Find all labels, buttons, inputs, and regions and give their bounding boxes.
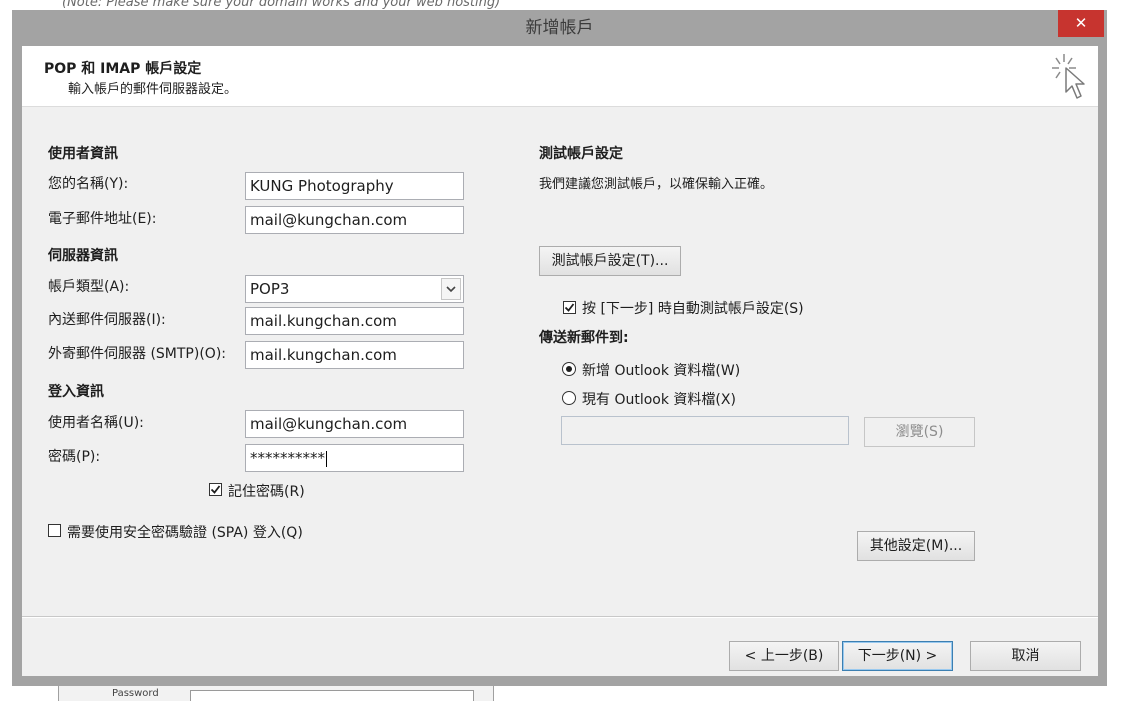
- close-icon: ✕: [1074, 14, 1088, 32]
- email-label: 電子郵件地址(E):: [48, 211, 157, 227]
- new-data-file-radio[interactable]: [562, 362, 576, 376]
- background-password-label: Password: [112, 688, 159, 699]
- background-note-text: (Note: Please make sure your domain work…: [62, 0, 501, 10]
- dialog-title: 新增帳戶: [525, 18, 594, 38]
- username-input[interactable]: [245, 410, 464, 438]
- remember-password-checkbox[interactable]: [209, 483, 222, 496]
- remember-password-label[interactable]: 記住密碼(R): [228, 481, 305, 501]
- outgoing-server-input[interactable]: [245, 341, 464, 369]
- password-masked-value: **********: [250, 449, 325, 467]
- dialog-client-area: POP 和 IMAP 帳戶設定 輸入帳戶的郵件伺服器設定。 使用者資訊 您的名稱…: [22, 46, 1098, 676]
- background-password-field: [190, 690, 474, 701]
- new-data-file-label[interactable]: 新增 Outlook 資料檔(W): [582, 360, 740, 380]
- existing-data-file-radio[interactable]: [562, 391, 576, 405]
- email-input[interactable]: [245, 206, 464, 234]
- text-caret: [326, 450, 327, 467]
- existing-data-file-label[interactable]: 現有 Outlook 資料檔(X): [582, 389, 736, 409]
- browse-button: 瀏覽(S): [864, 417, 975, 447]
- name-input[interactable]: [245, 172, 464, 200]
- incoming-server-label: 內送郵件伺服器(I):: [48, 312, 166, 328]
- header-title: POP 和 IMAP 帳戶設定: [44, 61, 202, 77]
- auto-test-label[interactable]: 按 [下一步] 時自動測試帳戶設定(S): [582, 298, 804, 318]
- title-bar[interactable]: 新增帳戶 ✕: [12, 10, 1107, 46]
- outgoing-server-label: 外寄郵件伺服器 (SMTP)(O):: [48, 346, 226, 362]
- username-label: 使用者名稱(U):: [48, 415, 144, 431]
- cancel-button[interactable]: 取消: [970, 641, 1081, 671]
- radio-selected-dot: [566, 366, 572, 372]
- auto-test-checkbox[interactable]: [563, 301, 576, 314]
- incoming-server-input[interactable]: [245, 307, 464, 335]
- dialog-header: POP 和 IMAP 帳戶設定 輸入帳戶的郵件伺服器設定。: [22, 46, 1098, 107]
- close-button[interactable]: ✕: [1058, 10, 1104, 37]
- spa-checkbox[interactable]: [48, 524, 61, 537]
- cursor-sparkle-icon: [1052, 54, 1085, 99]
- test-settings-section-title: 測試帳戶設定: [539, 146, 623, 162]
- account-type-value: POP3: [250, 280, 290, 298]
- user-info-section-title: 使用者資訊: [48, 146, 118, 162]
- footer-divider-highlight: [22, 617, 1098, 618]
- add-account-dialog: 新增帳戶 ✕ POP 和 IMAP 帳戶設定 輸入帳戶的郵件伺服器設定。 使用者…: [12, 10, 1107, 686]
- password-label: 密碼(P):: [48, 449, 101, 465]
- test-settings-description: 我們建議您測試帳戶，以確保輸入正確。: [539, 177, 774, 192]
- back-button[interactable]: < 上一步(B): [729, 641, 839, 671]
- account-type-select[interactable]: POP3: [245, 275, 464, 303]
- chevron-down-icon[interactable]: [441, 278, 461, 300]
- check-icon: [564, 303, 575, 312]
- login-info-section-title: 登入資訊: [48, 384, 104, 400]
- account-type-label: 帳戶類型(A):: [48, 279, 130, 295]
- next-button[interactable]: 下一步(N) >: [842, 641, 953, 671]
- check-icon: [210, 485, 221, 494]
- test-account-settings-button[interactable]: 測試帳戶設定(T)...: [539, 246, 681, 276]
- deliver-section-title: 傳送新郵件到:: [539, 330, 629, 346]
- password-input[interactable]: **********: [245, 444, 464, 472]
- server-info-section-title: 伺服器資訊: [48, 248, 118, 264]
- name-label: 您的名稱(Y):: [48, 176, 129, 192]
- more-settings-button[interactable]: 其他設定(M)...: [857, 531, 975, 561]
- existing-data-file-path: [561, 416, 849, 445]
- header-subtitle: 輸入帳戶的郵件伺服器設定。: [68, 82, 238, 97]
- spa-label[interactable]: 需要使用安全密碼驗證 (SPA) 登入(Q): [67, 522, 303, 542]
